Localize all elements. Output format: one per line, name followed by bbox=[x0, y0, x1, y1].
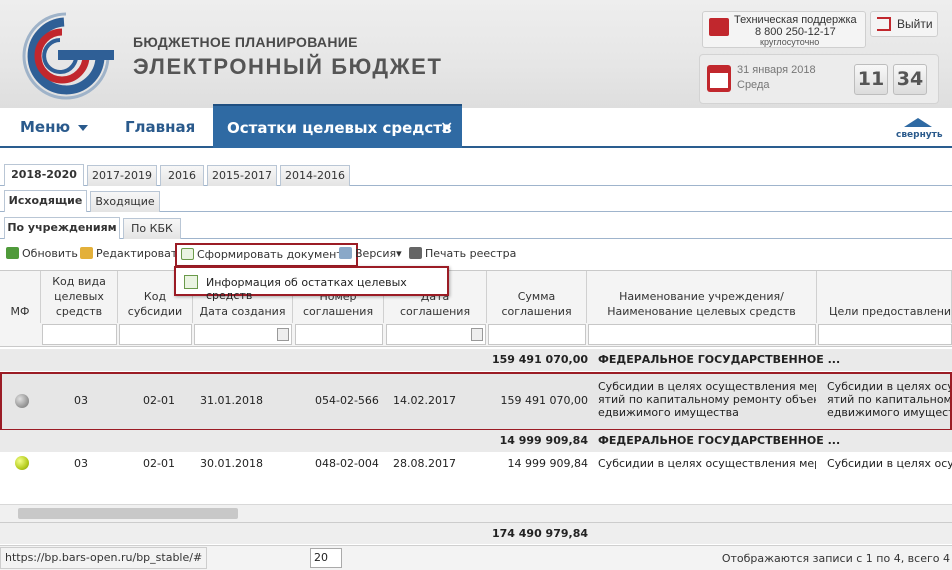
app-title-line1: БЮДЖЕТНОЕ ПЛАНИРОВАНИЕ bbox=[133, 34, 358, 50]
version-button[interactable]: Версия▾ bbox=[339, 247, 402, 260]
toolbar: Обновить Редактировать Сформировать доку… bbox=[0, 241, 952, 269]
scrollbar-thumb[interactable] bbox=[18, 508, 238, 519]
cell-institution: Субсидии в целях осуществления мероп... bbox=[598, 457, 816, 470]
document-icon bbox=[184, 275, 198, 289]
group-row[interactable]: 159 491 070,00 ФЕДЕРАЛЬНОЕ ГОСУДАРСТВЕНН… bbox=[0, 349, 952, 371]
collapse-label: свернуть bbox=[896, 130, 943, 140]
filter-kind-code[interactable] bbox=[42, 324, 117, 345]
status-icon bbox=[15, 456, 29, 470]
version-icon bbox=[339, 247, 352, 259]
col-institution[interactable]: Наименование учреждения/ Наименование це… bbox=[587, 271, 817, 323]
refresh-button[interactable]: Обновить bbox=[6, 247, 78, 260]
group-amount: 14 999 909,84 bbox=[499, 434, 588, 447]
table-row[interactable]: 03 02-01 30.01.2018 048-02-004 28.08.201… bbox=[0, 452, 952, 476]
version-label: Версия bbox=[355, 247, 397, 260]
cell-subsidy-code: 02-01 bbox=[143, 457, 175, 470]
grouping-tabs: По учреждениям По КБК bbox=[0, 215, 952, 239]
cell-agreement-no: 048-02-004 bbox=[315, 457, 379, 470]
clock-minutes: 34 bbox=[893, 64, 927, 95]
page-size-input[interactable]: 20 bbox=[310, 548, 342, 568]
dropdown-item-label: Информация об остатках целевых средств bbox=[206, 276, 407, 302]
dropdown-item-target-funds-info[interactable]: Информация об остатках целевых средств bbox=[174, 266, 449, 302]
logout-button[interactable]: Выйти bbox=[870, 11, 938, 37]
grid-header: МФ Код вида целевых средств Код субсидии… bbox=[0, 270, 952, 347]
cell-created: 30.01.2018 bbox=[200, 457, 263, 470]
exit-icon bbox=[877, 17, 891, 31]
current-date: 31 января 2018 bbox=[737, 64, 816, 76]
print-registry-button[interactable]: Печать реестра bbox=[409, 247, 516, 260]
filter-agreement-no[interactable] bbox=[295, 324, 383, 345]
pencil-icon bbox=[80, 247, 93, 259]
collapse-button[interactable]: свернуть bbox=[890, 116, 946, 144]
tab-year-2016[interactable]: 2016 bbox=[160, 165, 204, 186]
total-amount: 174 490 979,84 bbox=[491, 527, 588, 540]
chevron-up-icon bbox=[904, 118, 932, 127]
nav-bar: Меню Главная bbox=[0, 108, 952, 148]
refresh-label: Обновить bbox=[22, 247, 78, 260]
tab-year-2015-2017[interactable]: 2015-2017 bbox=[207, 165, 277, 186]
date-panel: 31 января 2018 Среда 11 34 bbox=[699, 54, 939, 104]
records-info: Отображаются записи с 1 по 4, всего 4 bbox=[721, 552, 950, 565]
tab-year-2014-2016[interactable]: 2014-2016 bbox=[280, 165, 350, 186]
group-amount: 159 491 070,00 bbox=[491, 353, 588, 366]
tab-by-kbk[interactable]: По КБК bbox=[123, 218, 181, 239]
document-icon bbox=[181, 248, 194, 260]
tab-outgoing[interactable]: Исходящие bbox=[4, 190, 87, 212]
support-button[interactable]: Техническая поддержка 8 800 250-12-17 кр… bbox=[702, 11, 866, 48]
calendar-icon[interactable] bbox=[471, 328, 483, 341]
edit-label: Редактировать bbox=[96, 247, 184, 260]
tab-target-funds[interactable]: Остатки целевых средств ✕ bbox=[213, 104, 462, 148]
direction-tabs: Исходящие Входящие bbox=[0, 189, 952, 212]
logo-icon bbox=[22, 12, 114, 100]
home-link[interactable]: Главная bbox=[125, 118, 195, 136]
tab-label: Остатки целевых средств bbox=[227, 119, 452, 137]
group-row[interactable]: 14 999 909,84 ФЕДЕРАЛЬНОЕ ГОСУДАРСТВЕННО… bbox=[0, 430, 952, 452]
tab-year-2018-2020[interactable]: 2018-2020 bbox=[4, 164, 84, 186]
header: БЮДЖЕТНОЕ ПЛАНИРОВАНИЕ ЭЛЕКТРОННЫЙ БЮДЖЕ… bbox=[0, 0, 952, 108]
cell-purpose: Субсидии в целях осущ bbox=[827, 457, 952, 470]
filter-institution[interactable] bbox=[588, 324, 816, 345]
tab-by-institution[interactable]: По учреждениям bbox=[4, 217, 120, 239]
year-tabs: 2018-2020 2017-2019 2016 2015-2017 2014-… bbox=[0, 163, 952, 186]
filter-subsidy-code[interactable] bbox=[119, 324, 192, 345]
cell-agreement-date: 28.08.2017 bbox=[393, 457, 456, 470]
filter-purpose[interactable] bbox=[818, 324, 952, 345]
col-kind-code[interactable]: Код вида целевых средств bbox=[41, 271, 118, 323]
print-registry-label: Печать реестра bbox=[425, 247, 517, 260]
col-purpose[interactable]: Цели предоставления с bbox=[817, 271, 952, 323]
refresh-icon bbox=[6, 247, 19, 259]
group-name: ФЕДЕРАЛЬНОЕ ГОСУДАРСТВЕННОЕ ... bbox=[598, 434, 841, 447]
close-icon[interactable]: ✕ bbox=[440, 118, 453, 137]
chevron-down-icon[interactable] bbox=[78, 125, 88, 131]
url-tooltip: https://bp.bars-open.ru/bp_stable/# bbox=[0, 547, 208, 569]
form-document-button[interactable]: Сформировать документ ▾ bbox=[175, 243, 358, 267]
menu-button[interactable]: Меню bbox=[20, 118, 70, 136]
filter-created[interactable] bbox=[194, 324, 292, 345]
clock-hours: 11 bbox=[854, 64, 888, 95]
printer-icon bbox=[409, 247, 422, 259]
form-document-label: Сформировать документ bbox=[197, 248, 343, 261]
cell-kind-code: 03 bbox=[74, 457, 88, 470]
edit-button[interactable]: Редактировать bbox=[80, 247, 184, 260]
cell-amount: 14 999 909,84 bbox=[507, 457, 588, 470]
col-mf[interactable]: МФ bbox=[0, 271, 41, 323]
calendar-icon[interactable] bbox=[277, 328, 289, 341]
support-hours: круглосуточно bbox=[760, 37, 820, 47]
support-title: Техническая поддержка bbox=[734, 14, 857, 26]
calendar-icon bbox=[707, 65, 731, 92]
filter-agreement-date[interactable] bbox=[386, 324, 486, 345]
tab-year-2017-2019[interactable]: 2017-2019 bbox=[87, 165, 157, 186]
phone-icon bbox=[709, 18, 729, 36]
group-name: ФЕДЕРАЛЬНОЕ ГОСУДАРСТВЕННОЕ ... bbox=[598, 353, 841, 366]
col-amount[interactable]: Сумма соглашения bbox=[487, 271, 587, 323]
app-title-line2: ЭЛЕКТРОННЫЙ БЮДЖЕТ bbox=[133, 54, 443, 79]
logout-label: Выйти bbox=[897, 17, 933, 31]
filter-amount[interactable] bbox=[488, 324, 586, 345]
selected-row-highlight bbox=[0, 372, 952, 431]
current-weekday: Среда bbox=[737, 79, 770, 91]
total-row: 174 490 979,84 bbox=[0, 522, 952, 544]
tab-incoming[interactable]: Входящие bbox=[90, 191, 160, 212]
horizontal-scrollbar[interactable] bbox=[0, 504, 952, 522]
